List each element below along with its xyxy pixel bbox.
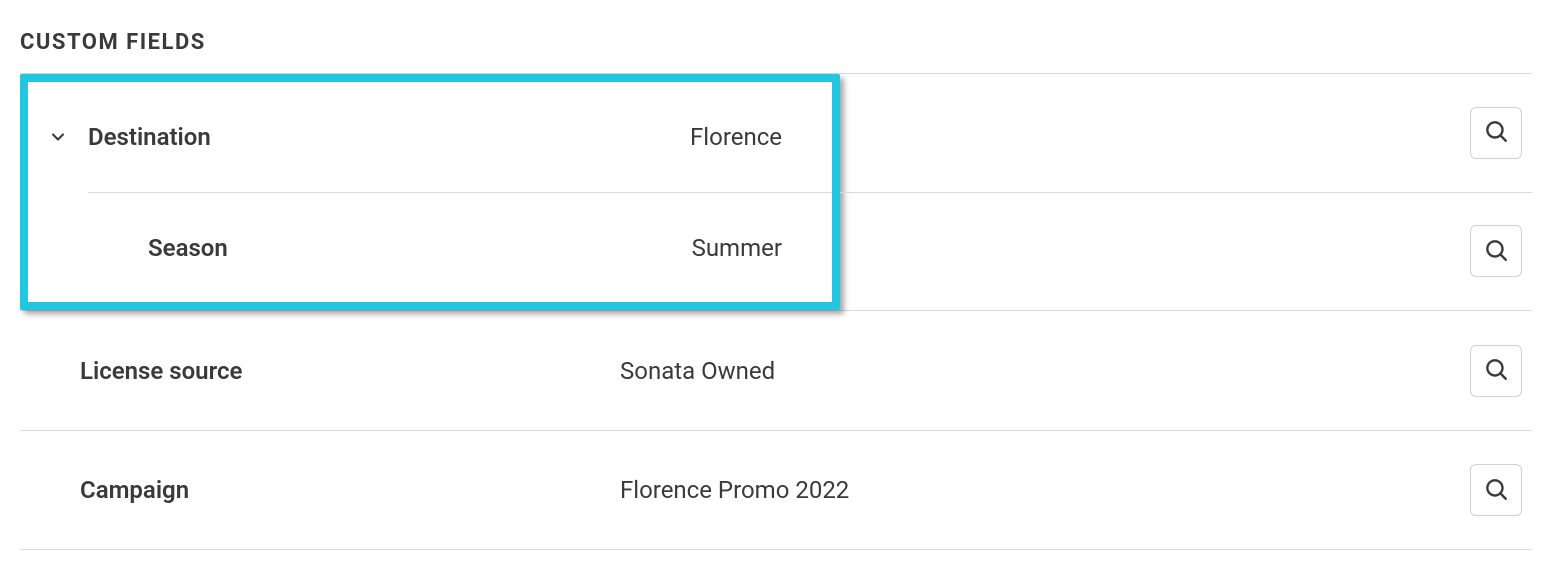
search-button-season[interactable] [1470, 225, 1522, 277]
search-button-destination[interactable] [1470, 107, 1522, 159]
highlighted-group-row: Destination Florence Season Summer [20, 73, 1532, 310]
search-icon [1483, 237, 1509, 266]
search-icon [1483, 476, 1509, 505]
section-title: CUSTOM FIELDS [20, 30, 1532, 55]
highlight-box: Destination Florence Season Summer [20, 74, 840, 310]
field-row-license-source[interactable]: License source Sonata Owned [20, 310, 1532, 430]
field-label-campaign: Campaign [20, 476, 620, 504]
field-row-destination[interactable]: Destination Florence [28, 82, 832, 192]
field-value-season: Summer [692, 234, 822, 262]
search-icon [1483, 118, 1509, 147]
field-row-season[interactable]: Season Summer [88, 192, 832, 302]
field-label-license-source: License source [20, 357, 620, 385]
field-label-destination: Destination [88, 123, 211, 151]
search-button-campaign[interactable] [1470, 464, 1522, 516]
field-value-destination: Florence [690, 123, 822, 151]
field-value-license-source: Sonata Owned [620, 357, 1452, 385]
custom-fields-list: Destination Florence Season Summer [20, 73, 1532, 550]
search-icon [1483, 356, 1509, 385]
chevron-down-icon[interactable] [28, 127, 88, 147]
field-label-season: Season [148, 234, 228, 262]
search-button-license-source[interactable] [1470, 345, 1522, 397]
field-value-campaign: Florence Promo 2022 [620, 476, 1452, 504]
field-row-campaign[interactable]: Campaign Florence Promo 2022 [20, 430, 1532, 550]
